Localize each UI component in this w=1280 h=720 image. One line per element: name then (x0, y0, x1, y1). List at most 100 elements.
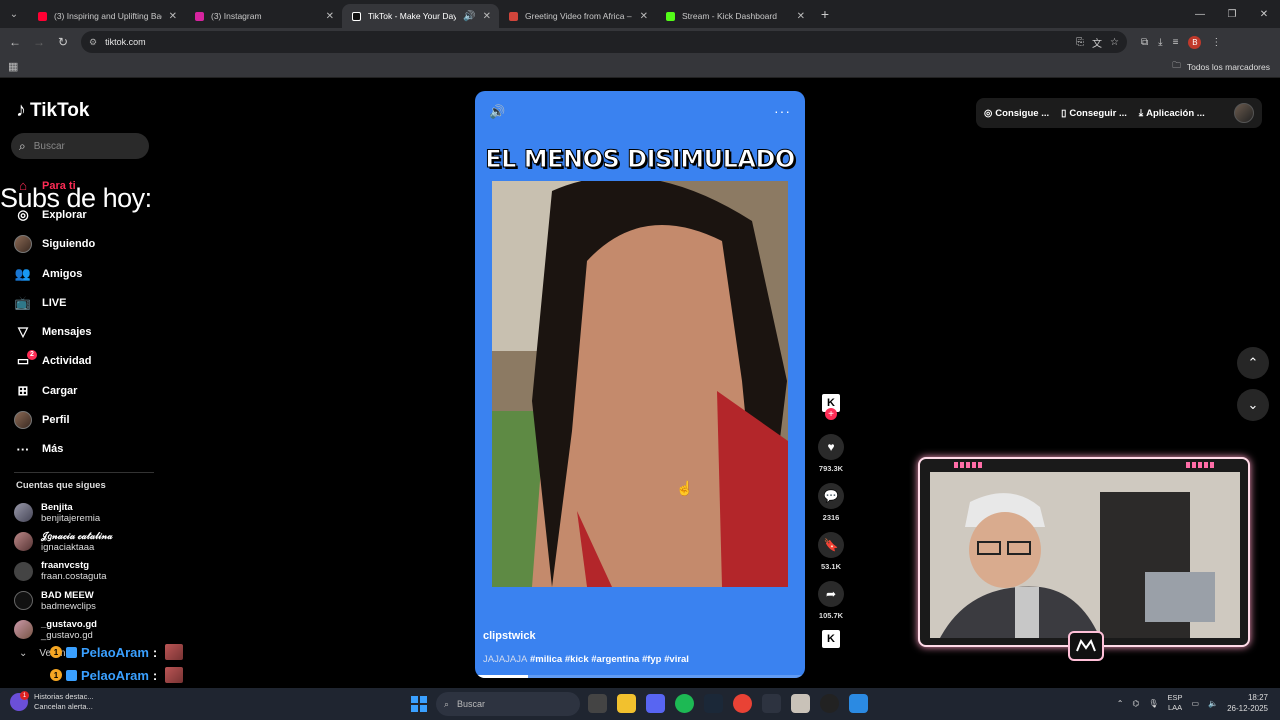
next-video-button[interactable]: ⌄ (1237, 389, 1269, 421)
reload-icon[interactable]: ↻ (51, 35, 75, 49)
profile-avatar[interactable]: B (1188, 35, 1202, 49)
discord-icon[interactable] (646, 694, 665, 713)
previous-video-button[interactable]: ⌃ (1237, 347, 1269, 379)
video-player[interactable]: 🔊 ··· EL MENOS DISIMULADO ☝ clipstwick J… (475, 91, 805, 678)
following-handle: benjitajeremia (41, 512, 101, 524)
sidebar-item-mensajes[interactable]: ▽ Mensajes (14, 317, 95, 346)
wifi-icon[interactable]: ▭ (1192, 699, 1200, 708)
more-options-icon[interactable]: ··· (774, 103, 791, 119)
get-coins-button[interactable]: ◎ Consigue ... (984, 108, 1049, 119)
sidebar-item-live[interactable]: 📺 LIVE (14, 288, 95, 317)
sidebar-item-cargar[interactable]: ⊞ Cargar (14, 376, 95, 405)
language-indicator[interactable]: ESP LAA (1168, 693, 1183, 713)
tiktok-logo[interactable]: ♪ TikTok (16, 99, 89, 122)
download-app-label: Aplicación ... (1146, 107, 1205, 119)
address-bar[interactable]: ⚙ tiktok.com ⎘ 文 ☆ (81, 31, 1127, 53)
following-item[interactable]: fraanvcstg fraan.costaguta (14, 557, 113, 586)
close-window-icon[interactable]: ✕ (1248, 0, 1280, 28)
back-icon[interactable]: ← (3, 35, 27, 49)
more-icon: ··· (16, 441, 30, 457)
sidebar-item-amigos[interactable]: 👥 Amigos (14, 259, 95, 288)
install-app-icon[interactable]: ⎘ (1076, 37, 1084, 48)
search-input[interactable]: ⌕ Buscar (11, 133, 149, 159)
tab-tiktok[interactable]: TikTok - Make Your Day 🔊 ✕ (342, 4, 499, 28)
live-icon: 📺 (14, 294, 32, 310)
sidebar-item-mas[interactable]: ··· Más (14, 435, 95, 464)
apps-grid-icon[interactable]: ▦ (8, 60, 18, 73)
streamer-webcam-overlay (918, 457, 1250, 661)
new-tab-button[interactable]: + (813, 6, 837, 22)
windows-start-icon[interactable] (411, 696, 427, 712)
sidebar-nav: ⌂ Para ti ◎ Explorar Siguiendo 👥 Amigos … (14, 171, 95, 464)
comment-button[interactable]: 💬 2316 (812, 483, 850, 522)
close-tab-icon[interactable]: ✕ (326, 11, 334, 22)
translate-icon[interactable]: 文 (1092, 35, 1102, 50)
share-button[interactable]: ➦ 105.7K (812, 581, 850, 620)
spotify-icon[interactable] (675, 694, 694, 713)
close-tab-icon[interactable]: ✕ (640, 11, 648, 22)
speaker-icon[interactable]: 🔊 (463, 11, 475, 22)
close-tab-icon[interactable]: ✕ (483, 11, 491, 22)
profile-icon (14, 411, 32, 430)
mic-icon[interactable]: 🎙 (1148, 699, 1158, 708)
save-button[interactable]: 🔖 53.1K (812, 532, 850, 571)
following-item[interactable]: Benjita benjitajeremia (14, 498, 113, 527)
app-icon[interactable] (791, 694, 810, 713)
sidebar-item-perfil[interactable]: Perfil (14, 405, 95, 434)
bookmark-icon: 🔖 (818, 532, 844, 558)
url-text[interactable]: tiktok.com (105, 37, 1068, 47)
bookmark-star-icon[interactable]: ☆ (1110, 37, 1119, 48)
news-widget[interactable]: 1 Historias destac... Cancelan alerta... (10, 691, 94, 712)
extensions-icon[interactable]: ⧉ (1141, 37, 1148, 48)
like-button[interactable]: ♥ 793.3K (812, 434, 850, 473)
taskbar-search-input[interactable]: ⌕ Buscar (436, 692, 580, 716)
sidebar-item-actividad[interactable]: ▭ 2 Actividad (14, 347, 95, 376)
following-item[interactable]: 𝒥𝑔𝓃𝒶𝒸𝒾𝒶 𝒸𝒶𝓉𝒶𝓁𝒾𝓃𝒶 ignaciaktaaa (14, 527, 113, 556)
speaker-icon[interactable]: 🔈 (1208, 699, 1218, 708)
get-app-button[interactable]: ▯ Conseguir ... (1061, 108, 1127, 119)
tab-youtube[interactable]: (3) Inspiring and Uplifting Backg ✕ (28, 4, 185, 28)
tab-kick[interactable]: Stream - Kick Dashboard ✕ (656, 4, 813, 28)
clock-time: 18:27 (1247, 693, 1268, 702)
network-icon[interactable]: ⌬ (1132, 699, 1139, 708)
close-tab-icon[interactable]: ✕ (169, 11, 177, 22)
forward-icon[interactable]: → (27, 35, 51, 49)
following-item[interactable]: _gustavo.gd _gustavo.gd (14, 615, 113, 644)
all-bookmarks-button[interactable]: 🗀 Todos los marcadores (1172, 60, 1270, 74)
sidebar-item-siguiendo[interactable]: Siguiendo (14, 230, 95, 259)
tray-expand-icon[interactable]: ⌃ (1117, 699, 1124, 708)
avatar (14, 532, 33, 552)
clock[interactable]: 18:27 26-12-2025 (1227, 692, 1268, 714)
obs-icon[interactable] (820, 694, 839, 713)
caption-hashtags[interactable]: #milica #kick #argentina #fyp #viral (530, 654, 689, 665)
minimize-icon[interactable]: — (1184, 0, 1216, 28)
download-icon[interactable]: ⤓ (1158, 37, 1162, 48)
emote-icon (165, 667, 184, 683)
user-avatar[interactable] (1234, 103, 1254, 123)
video-progress-bar[interactable] (475, 675, 805, 678)
menu-kebab-icon[interactable]: ⋮ (1211, 37, 1221, 48)
tab-greeting-video[interactable]: Greeting Video from Africa – d ✕ (499, 4, 656, 28)
tab-instagram[interactable]: (3) Instagram ✕ (185, 4, 342, 28)
app-icon[interactable] (762, 694, 781, 713)
site-info-icon[interactable]: ⚙ (89, 37, 97, 48)
following-item[interactable]: BAD MEEW badmewclips (14, 586, 113, 615)
app-icon[interactable] (849, 694, 868, 713)
volume-icon[interactable]: 🔊 (489, 104, 505, 120)
file-explorer-icon[interactable] (617, 694, 636, 713)
frame-decoration (954, 462, 982, 468)
steam-icon[interactable] (704, 694, 723, 713)
chrome-icon[interactable] (733, 694, 752, 713)
video-author[interactable]: clipstwick (483, 630, 536, 642)
share-icon: ➦ (818, 581, 844, 607)
task-view-icon[interactable] (588, 694, 607, 713)
follow-plus-button[interactable]: + (825, 408, 837, 420)
logo-mark (1076, 639, 1096, 652)
close-tab-icon[interactable]: ✕ (797, 11, 805, 22)
restore-icon[interactable]: ❐ (1216, 0, 1248, 28)
kick-sound-icon[interactable]: K (822, 630, 840, 648)
tab-search-button[interactable]: ⌄ (0, 0, 28, 28)
video-title: EL MENOS DISIMULADO (485, 145, 796, 174)
download-app-button[interactable]: ⤓ Aplicación ... (1139, 108, 1205, 119)
reading-list-icon[interactable]: ≡ (1173, 37, 1179, 48)
